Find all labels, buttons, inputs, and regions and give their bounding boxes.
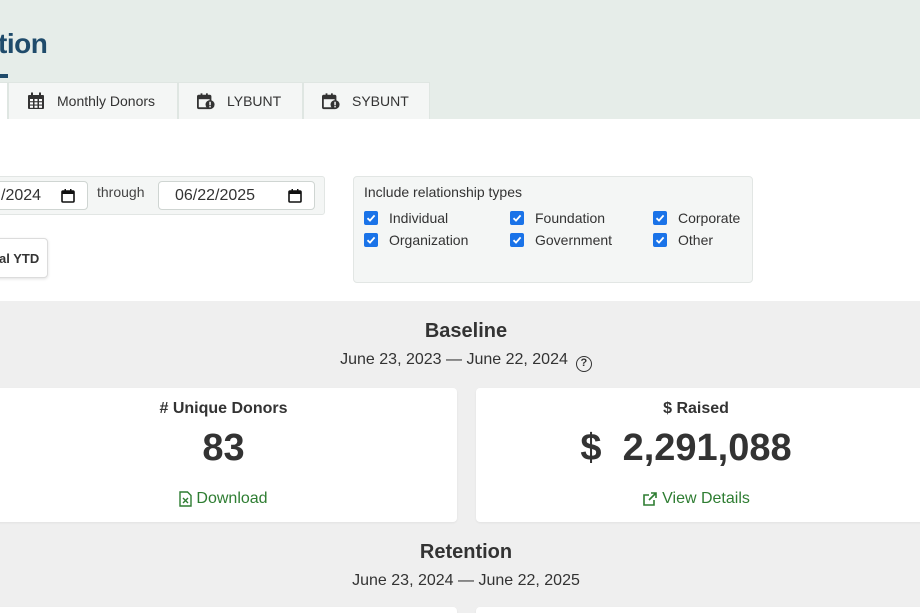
checkbox-corporate[interactable]: Corporate	[653, 210, 740, 226]
end-date-value: 06/22/2025	[175, 186, 256, 204]
checkbox-label: Foundation	[535, 210, 606, 226]
tab-sybunt[interactable]: SYBUNT	[303, 82, 430, 119]
checkbox-label: Individual	[389, 210, 449, 226]
checkbox-checked-icon	[364, 233, 378, 247]
calendar-grid-icon	[28, 92, 44, 109]
page-header: tion Monthly Donors LYBUNT SYBUNT	[0, 0, 920, 119]
relationship-types-title: Include relationship types	[364, 184, 522, 200]
checkbox-checked-icon	[653, 233, 667, 247]
calendar-icon[interactable]	[288, 188, 302, 203]
help-icon[interactable]: ?	[575, 356, 592, 372]
retention-range: June 23, 2024 — June 22, 2025	[352, 572, 580, 589]
external-link-icon	[643, 492, 657, 506]
baseline-title: Baseline	[424, 320, 508, 342]
retention-card-right	[476, 607, 920, 613]
checkbox-checked-icon	[364, 211, 378, 225]
download-link[interactable]: Download	[0, 490, 457, 508]
fiscal-ytd-button[interactable]: al YTD	[0, 238, 48, 278]
checkbox-other[interactable]: Other	[653, 232, 713, 248]
tab-monthly-donors[interactable]: Monthly Donors	[8, 82, 178, 119]
checkbox-label: Other	[678, 232, 714, 248]
checkbox-individual[interactable]: Individual	[364, 210, 448, 226]
unique-donors-value: 83	[202, 427, 245, 469]
retention-card-left	[0, 607, 457, 613]
download-label: Download	[196, 490, 268, 507]
tab-label: SYBUNT	[352, 93, 409, 109]
calendar-icon[interactable]	[61, 188, 75, 203]
unique-donors-card: # Unique Donors 83 Download	[0, 388, 457, 522]
tab-lybunt[interactable]: LYBUNT	[178, 82, 303, 119]
checkbox-organization[interactable]: Organization	[364, 232, 468, 248]
view-details-label: View Details	[662, 490, 750, 507]
tab-label: LYBUNT	[227, 93, 282, 109]
through-label: through	[97, 184, 145, 200]
raised-card: $ Raised $ 2,291,088 View Details	[476, 388, 920, 522]
raised-label: $ Raised	[663, 400, 729, 417]
view-details-link[interactable]: View Details	[466, 490, 920, 508]
calendar-alert-icon	[197, 93, 215, 110]
baseline-range: June 23, 2023 — June 22, 2024?	[6, 351, 920, 372]
checkbox-checked-icon	[510, 233, 524, 247]
checkbox-label: Corporate	[678, 210, 741, 226]
page-title: tion	[0, 28, 48, 59]
file-excel-icon	[179, 491, 193, 507]
retention-title: Retention	[419, 541, 513, 563]
end-date-input[interactable]: 06/22/2025	[158, 181, 315, 210]
checkbox-government[interactable]: Government	[510, 232, 612, 248]
checkbox-label: Government	[535, 232, 613, 248]
tab-label: Monthly Donors	[57, 93, 156, 109]
start-date-value: /2024	[1, 186, 42, 204]
calendar-alert-icon	[322, 93, 340, 110]
tab-active-partial[interactable]	[0, 82, 8, 119]
checkbox-foundation[interactable]: Foundation	[510, 210, 605, 226]
checkbox-label: Organization	[389, 232, 469, 248]
checkbox-checked-icon	[653, 211, 667, 225]
baseline-range-text: June 23, 2023 — June 22, 2024	[340, 351, 568, 368]
checkbox-checked-icon	[510, 211, 524, 225]
unique-donors-label: # Unique Donors	[159, 400, 288, 417]
title-underline	[0, 74, 8, 78]
start-date-input[interactable]: /2024	[0, 181, 88, 210]
raised-value: $ 2,291,088	[580, 427, 792, 469]
